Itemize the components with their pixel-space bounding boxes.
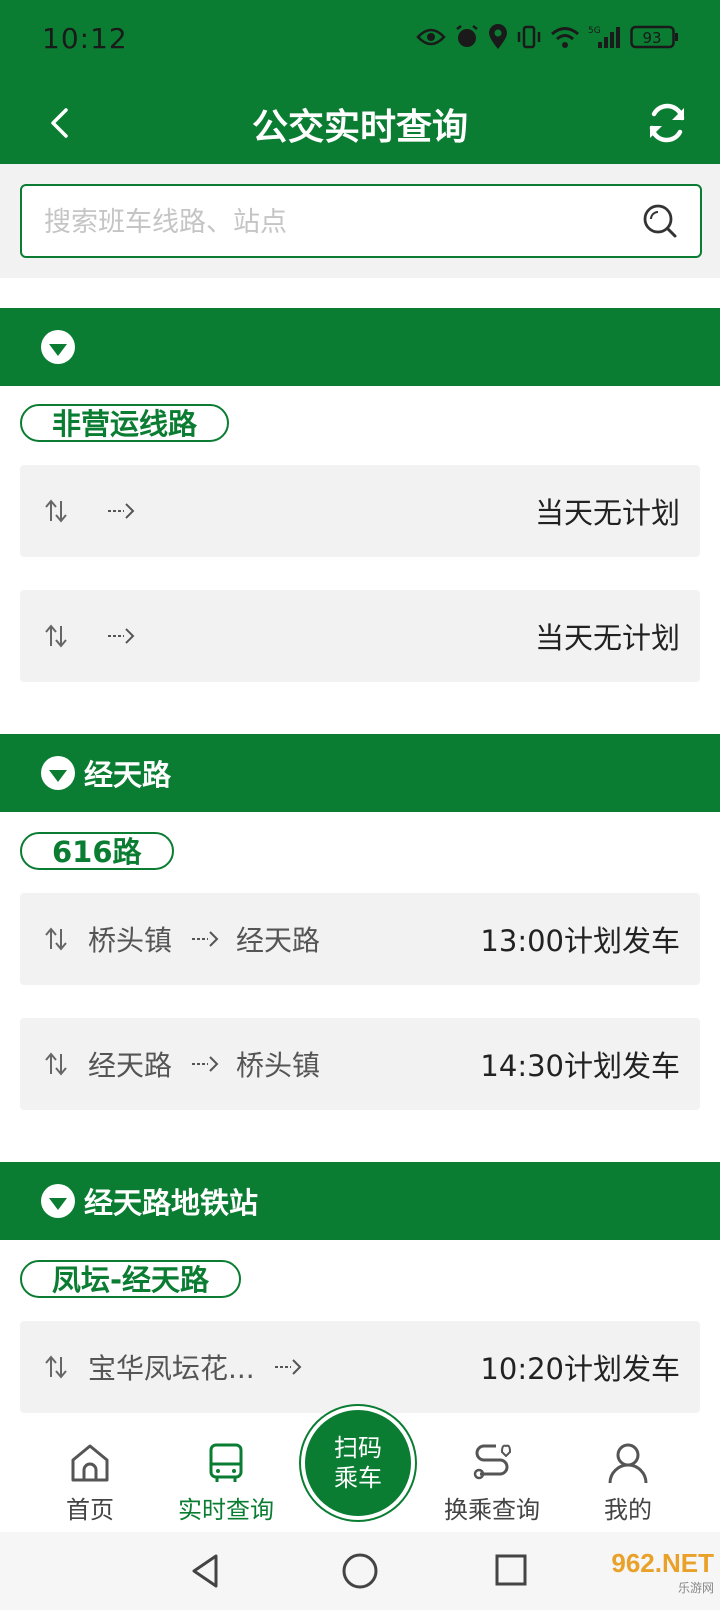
vibrate-icon xyxy=(517,25,541,49)
section-header[interactable]: 经天路 xyxy=(0,734,720,812)
trip-origin: 经天路 xyxy=(88,1049,173,1082)
trip-destination: 桥头镇 xyxy=(236,1049,321,1082)
trip-row[interactable]: 经天路 桥头镇 14:30计划发车 xyxy=(20,1018,700,1110)
route-tag[interactable]: 非营运线路 xyxy=(20,404,230,442)
status-bar: 10:12 5G 93 xyxy=(0,0,720,82)
nav-home[interactable]: 首页 xyxy=(30,1442,150,1525)
svg-text:5G: 5G xyxy=(588,26,601,36)
search-area xyxy=(0,164,720,278)
trip-status: 13:00计划发车 xyxy=(480,924,680,958)
trip-status: 当天无计划 xyxy=(534,621,680,655)
status-icons: 5G 93 xyxy=(416,24,680,50)
section-header[interactable] xyxy=(0,308,720,386)
scan-label-line1: 扫码 xyxy=(334,1434,382,1462)
section-name: 经天路地铁站 xyxy=(84,1186,259,1220)
nav-transfer[interactable]: 换乘查询 xyxy=(432,1442,552,1525)
swap-direction-icon[interactable] xyxy=(42,497,70,525)
watermark-sub: 乐游网 xyxy=(677,1581,714,1595)
trip-status: 14:30计划发车 xyxy=(480,1049,680,1083)
nav-realtime-label: 实时查询 xyxy=(178,1496,274,1524)
direction-arrow-icon xyxy=(192,931,219,947)
battery-icon: 93 xyxy=(630,25,678,49)
system-home-icon[interactable] xyxy=(341,1552,379,1590)
bottom-nav: 首页 实时查询 扫码 乘车 换乘查询 我的 xyxy=(0,1406,720,1532)
page-title: 公交实时查询 xyxy=(251,107,468,148)
nav-realtime[interactable]: 实时查询 xyxy=(166,1442,286,1525)
nav-mine[interactable]: 我的 xyxy=(568,1442,688,1525)
trip-status: 10:20计划发车 xyxy=(480,1352,680,1386)
trip-status: 当天无计划 xyxy=(534,496,680,530)
alarm-icon xyxy=(456,25,478,47)
refresh-icon[interactable] xyxy=(644,100,690,146)
bus-icon xyxy=(209,1443,243,1482)
search-input[interactable] xyxy=(42,186,606,258)
collapse-icon[interactable] xyxy=(40,329,76,365)
signal-5g-icon: 5G xyxy=(588,26,620,48)
scan-ride-button[interactable]: 扫码 乘车 xyxy=(301,1406,415,1520)
route-tag[interactable]: 616路 xyxy=(20,832,174,870)
search-icon[interactable] xyxy=(642,203,678,239)
home-icon xyxy=(71,1444,109,1482)
swap-direction-icon[interactable] xyxy=(42,925,70,953)
wifi-icon xyxy=(551,27,579,48)
collapse-icon[interactable] xyxy=(40,1183,76,1219)
direction-arrow-icon xyxy=(192,1056,219,1072)
swap-direction-icon[interactable] xyxy=(42,1050,70,1078)
search-box[interactable] xyxy=(20,184,702,258)
scan-label-line2: 乘车 xyxy=(334,1464,382,1492)
swap-direction-icon[interactable] xyxy=(42,622,70,650)
nav-transfer-label: 换乘查询 xyxy=(444,1496,540,1524)
system-back-icon[interactable] xyxy=(188,1552,222,1590)
eye-icon xyxy=(416,28,446,46)
trip-destination: 经天路 xyxy=(236,924,321,957)
trip-row[interactable]: 桥头镇 经天路 13:00计划发车 xyxy=(20,893,700,985)
status-time: 10:12 xyxy=(42,22,128,55)
section-header[interactable]: 经天路地铁站 xyxy=(0,1162,720,1240)
direction-arrow-icon xyxy=(108,503,135,519)
route-tag[interactable]: 凤坛-经天路 xyxy=(20,1260,242,1298)
direction-arrow-icon xyxy=(108,628,135,644)
title-bar: 公交实时查询 xyxy=(0,82,720,164)
user-icon xyxy=(608,1443,648,1484)
location-icon xyxy=(489,24,507,49)
trip-row[interactable]: 宝华凤坛花... 10:20计划发车 xyxy=(20,1321,700,1413)
watermark-logo: 962.NET 乐游网 xyxy=(611,1548,714,1596)
trip-origin: 宝华凤坛花... xyxy=(88,1352,255,1385)
trip-row[interactable]: 当天无计划 xyxy=(20,465,700,557)
nav-mine-label: 我的 xyxy=(604,1496,652,1524)
battery-level: 93 xyxy=(642,29,661,47)
swap-direction-icon[interactable] xyxy=(42,1353,70,1381)
system-recents-icon[interactable] xyxy=(494,1553,528,1587)
nav-home-label: 首页 xyxy=(66,1496,114,1524)
route-transfer-icon xyxy=(473,1444,512,1480)
trip-origin: 桥头镇 xyxy=(88,924,173,957)
direction-arrow-icon xyxy=(274,1359,302,1375)
collapse-icon[interactable] xyxy=(40,755,76,791)
section-name: 经天路 xyxy=(84,758,172,792)
watermark-brand: 962.NET xyxy=(611,1548,714,1578)
trip-row[interactable]: 当天无计划 xyxy=(20,590,700,682)
